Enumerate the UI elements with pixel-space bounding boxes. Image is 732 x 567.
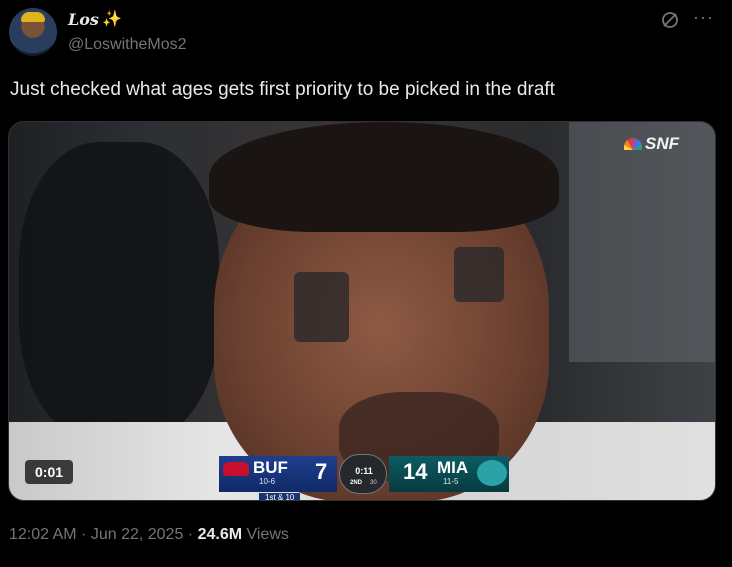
scoreboard: BUF 10-6 7 0:11 2ND 30 14 MIA 11-5 1st &… [219, 454, 509, 500]
tweet-date[interactable]: Jun 22, 2025 [91, 526, 184, 543]
away-team-score: 7 [315, 459, 328, 484]
avatar-cap-shape [21, 12, 45, 22]
background-shape [19, 142, 219, 442]
video-player[interactable]: SNF 0:01 BUF 10-6 7 0:11 2ND 30 14 MIA 1… [8, 121, 716, 501]
player-hair-shape [209, 122, 559, 232]
meta-separator: · [183, 526, 198, 543]
network-bug-label: SNF [645, 134, 679, 153]
timeouts-label: 30 [370, 480, 377, 486]
author-handle[interactable]: @LoswitheMos2 [68, 36, 187, 54]
author-name-row[interactable]: Los ✨ [68, 10, 122, 29]
game-clock-panel: 0:11 2ND 30 [339, 454, 387, 494]
down-and-distance: 1st & 10 [259, 493, 301, 500]
video-timer: 0:01 [25, 460, 74, 484]
home-team-name: MIA [437, 458, 469, 477]
away-team-logo-icon [223, 462, 249, 476]
quarter: 2ND [350, 480, 363, 486]
peacock-icon [624, 138, 642, 150]
tweet-text: Just checked what ages gets first priori… [10, 79, 555, 100]
grok-icon[interactable] [660, 10, 680, 30]
views-label: Views [242, 526, 289, 543]
display-name[interactable]: Los [68, 10, 99, 29]
sparkles-emoji: ✨ [101, 10, 122, 28]
eye-black-shape [454, 247, 504, 302]
away-team-name: BUF [253, 458, 288, 477]
away-team-record: 10-6 [259, 477, 276, 486]
tweet-meta: 12:02 AM · Jun 22, 2025 · 24.6M Views [9, 526, 289, 544]
views-count: 24.6M [197, 526, 243, 543]
avatar[interactable] [9, 8, 57, 56]
eye-black-shape [294, 272, 349, 342]
tweet-time[interactable]: 12:02 AM [9, 526, 77, 543]
home-team-logo-icon [477, 460, 507, 486]
meta-separator: · [76, 526, 91, 543]
background-shape [569, 122, 715, 362]
home-team-score: 14 [403, 459, 428, 484]
network-bug: SNF [624, 134, 679, 154]
more-icon[interactable]: ··· [693, 8, 713, 30]
game-clock: 0:11 [355, 466, 373, 476]
home-team-record: 11-5 [443, 477, 459, 486]
